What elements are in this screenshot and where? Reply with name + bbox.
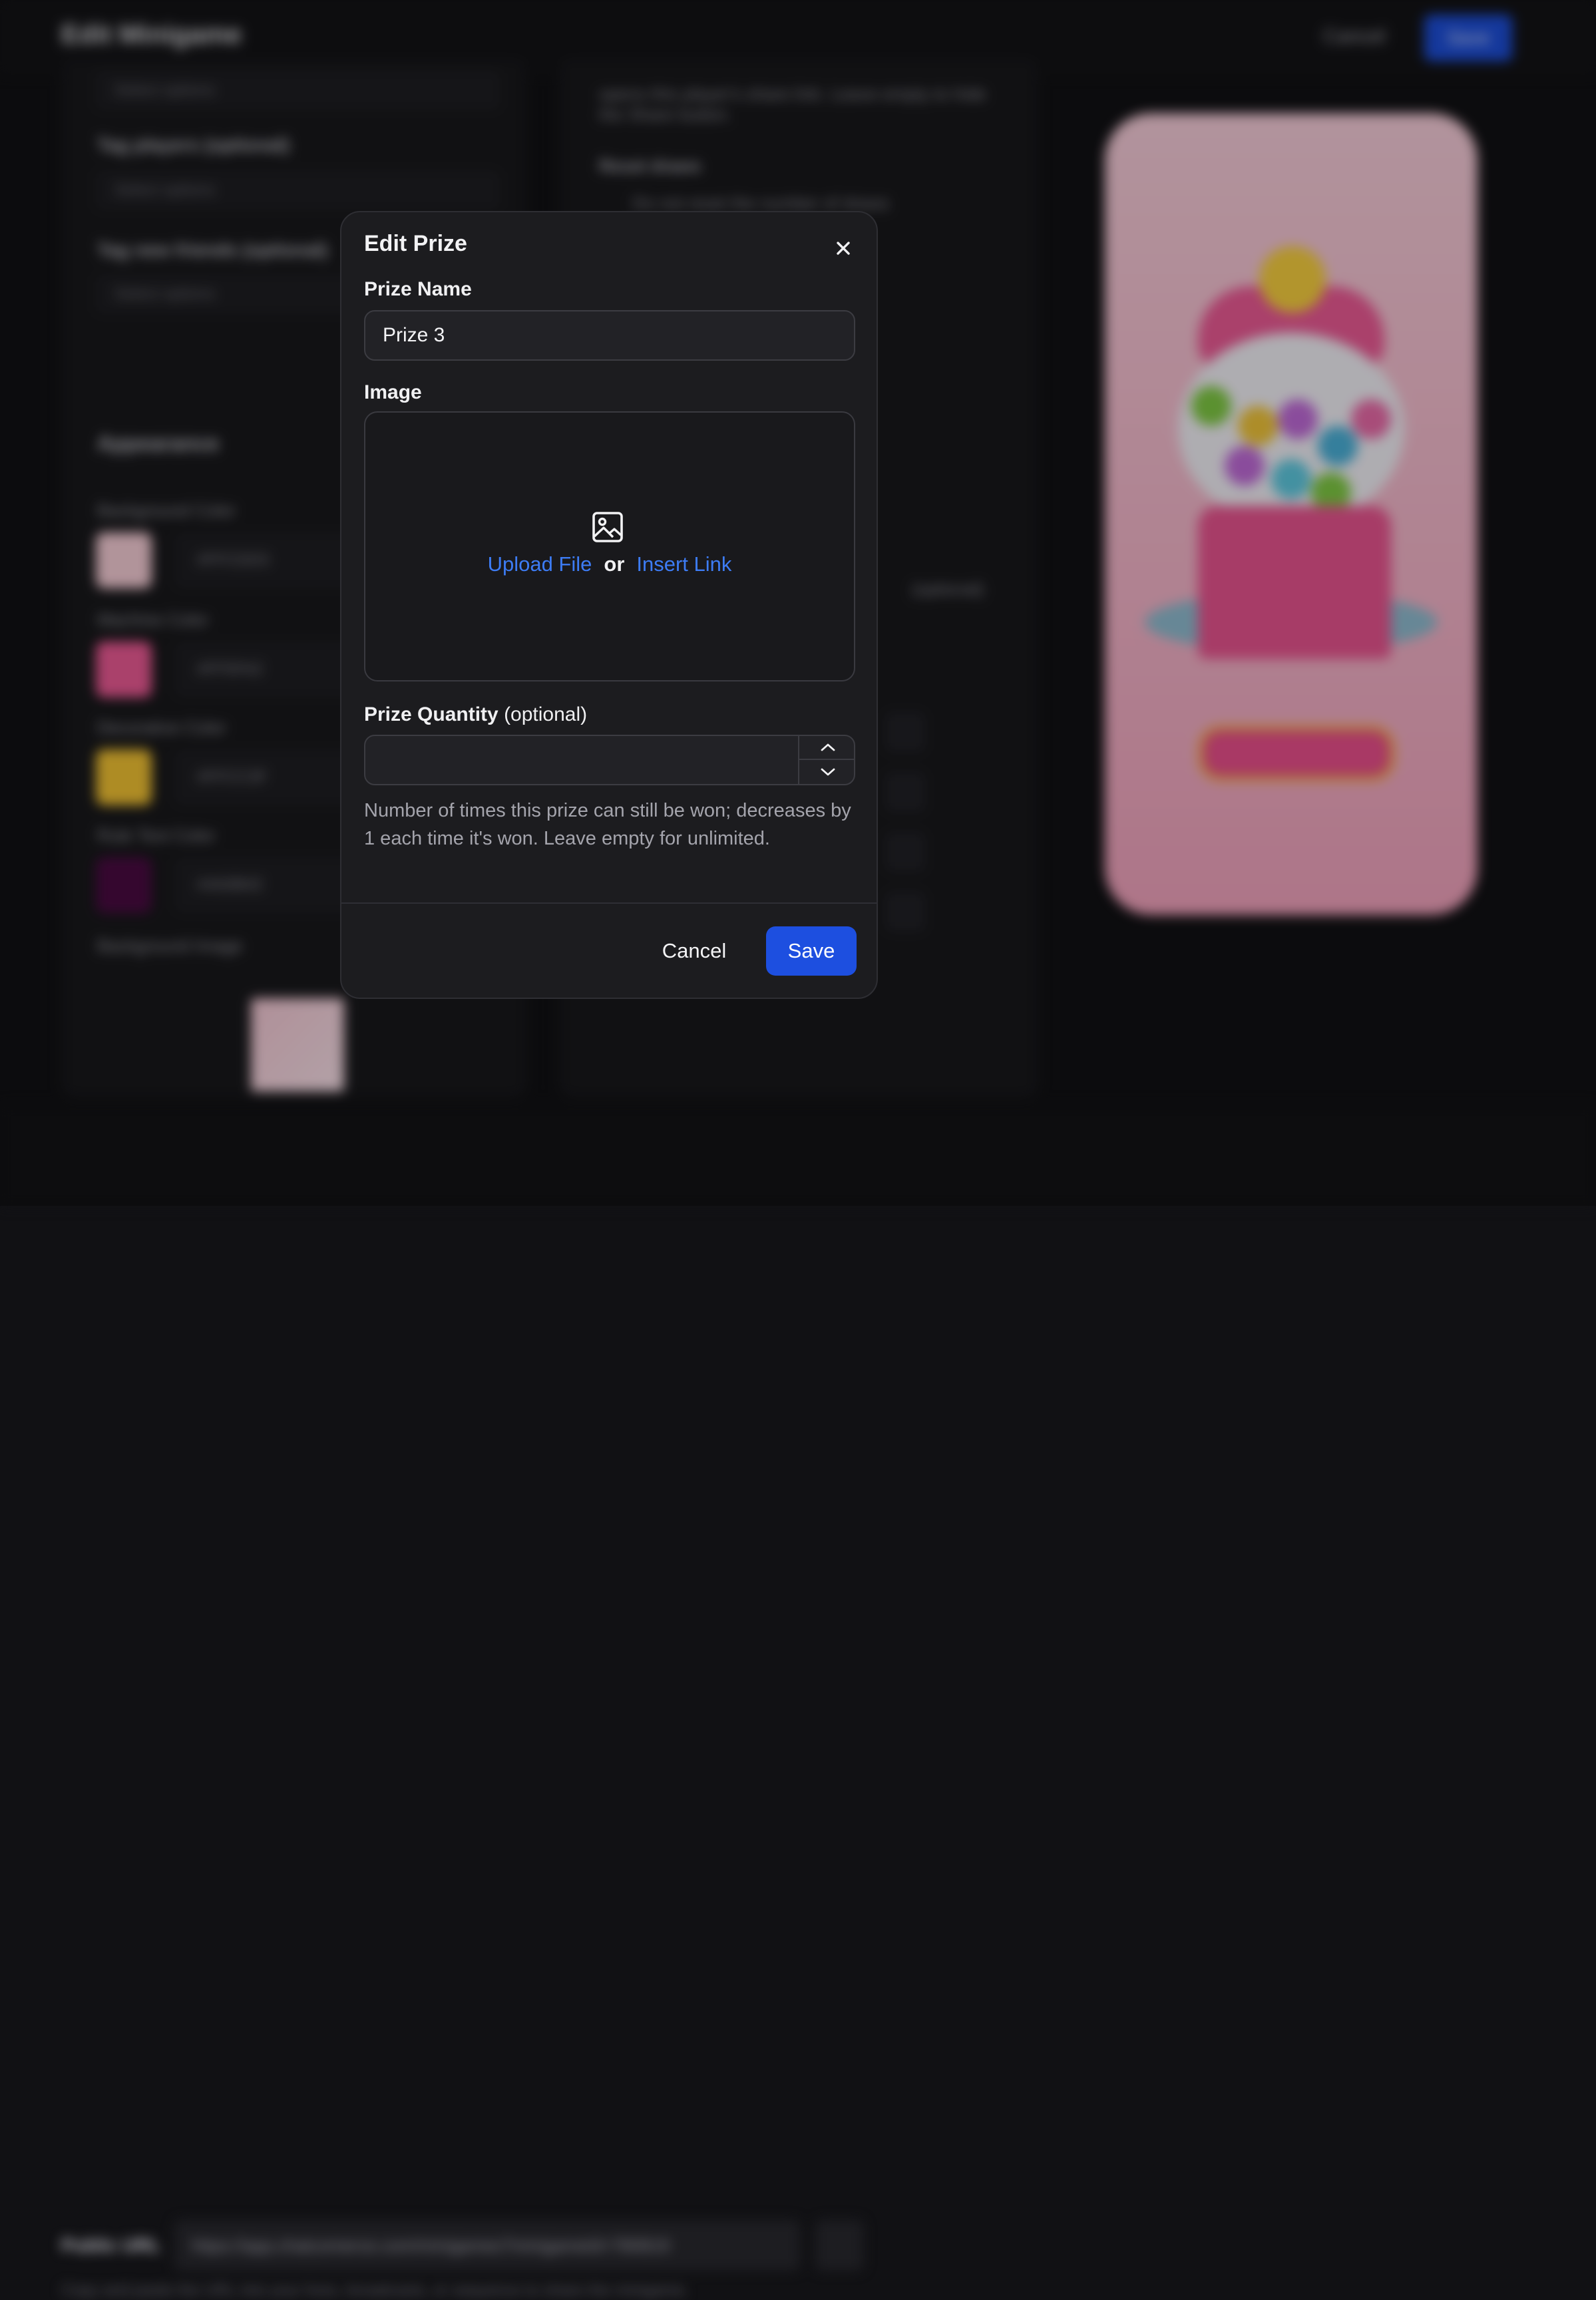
prize-quantity-label: Prize Quantity (optional)	[364, 703, 587, 726]
prize-quantity-input[interactable]	[365, 736, 798, 784]
image-label: Image	[364, 381, 422, 403]
quantity-stepper-buttons	[798, 736, 854, 784]
public-url-field[interactable]: https://app.chatcomerce.com/minigames?mi…	[174, 2220, 800, 2271]
edit-prize-dialog: Edit Prize Prize Name Image Upload File o…	[340, 211, 878, 999]
footer-divider	[341, 902, 877, 904]
prize-quantity-help: Number of times this prize can still be …	[364, 800, 851, 849]
dropzone-actions: Upload File or Insert Link	[365, 552, 854, 576]
decrement-button[interactable]	[799, 760, 854, 784]
image-dropzone[interactable]: Upload File or Insert Link	[364, 411, 855, 681]
copy-icon[interactable]	[815, 2220, 863, 2271]
prize-quantity-label-text: Prize Quantity	[364, 703, 499, 725]
prize-name-input[interactable]	[364, 310, 855, 361]
optional-tag: (optional)	[504, 703, 588, 725]
public-url-help: Copy and paste the URL into your lives, …	[61, 2281, 689, 2299]
insert-link-link[interactable]: Insert Link	[636, 552, 731, 576]
prize-name-label: Prize Name	[364, 278, 472, 300]
cancel-button[interactable]: Cancel	[654, 926, 734, 976]
prize-quantity-stepper	[364, 735, 855, 785]
image-icon	[592, 512, 623, 542]
or-text: or	[604, 552, 625, 576]
upload-file-link[interactable]: Upload File	[488, 552, 592, 576]
public-url-label: Public URL	[61, 2235, 161, 2255]
chevron-down-icon	[821, 768, 835, 776]
save-button[interactable]: Save	[766, 926, 857, 976]
chevron-up-icon	[821, 743, 835, 751]
close-icon[interactable]	[830, 235, 857, 262]
increment-button[interactable]	[799, 736, 854, 760]
dialog-title: Edit Prize	[364, 231, 467, 256]
